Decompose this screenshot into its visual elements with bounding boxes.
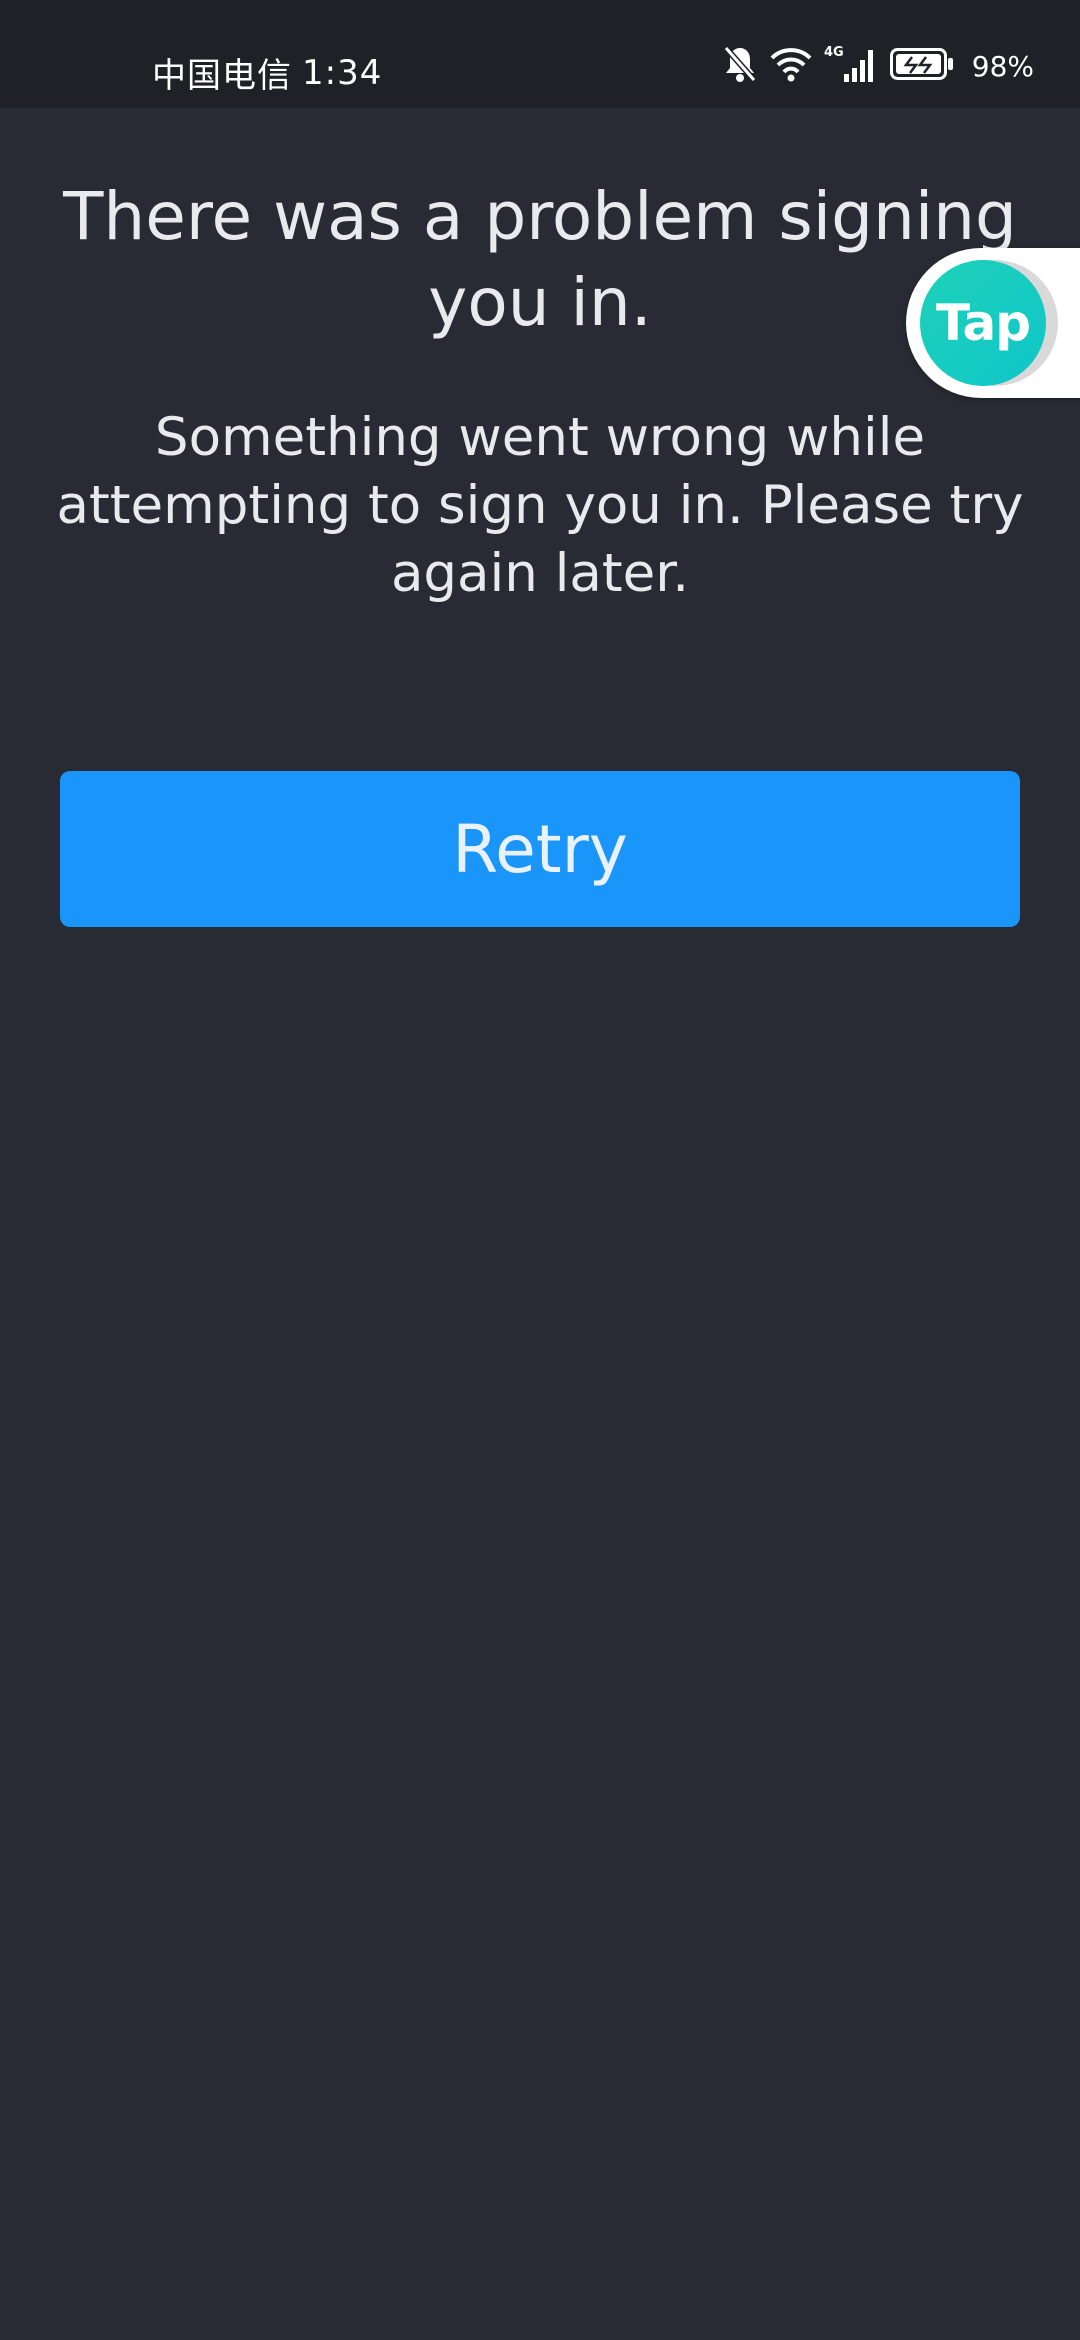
status-bar: 中国电信 1:34 4G 98% <box>0 0 1080 108</box>
status-left: 中国电信 1:34 <box>152 48 382 97</box>
tap-logo-text: Tap <box>935 294 1031 352</box>
battery-percent: 98% <box>971 49 1034 83</box>
error-message: Something went wrong while attempting to… <box>56 407 1024 604</box>
signal-icon: 4G <box>824 44 878 88</box>
bell-muted-icon <box>722 44 758 88</box>
status-right: 4G 98% <box>722 44 1034 88</box>
tap-logo-icon: Tap <box>920 260 1046 386</box>
carrier-name: 中国电信 <box>152 56 292 96</box>
network-label: 4G <box>824 45 844 60</box>
battery-icon <box>889 48 954 84</box>
retry-button[interactable]: Retry <box>60 771 1020 927</box>
retry-button-label: Retry <box>452 810 628 888</box>
tap-floating-button[interactable]: Tap <box>906 248 1080 398</box>
wifi-icon <box>770 46 812 86</box>
status-time: 1:34 <box>302 52 383 93</box>
error-title: There was a problem signing you in. <box>63 178 1017 341</box>
